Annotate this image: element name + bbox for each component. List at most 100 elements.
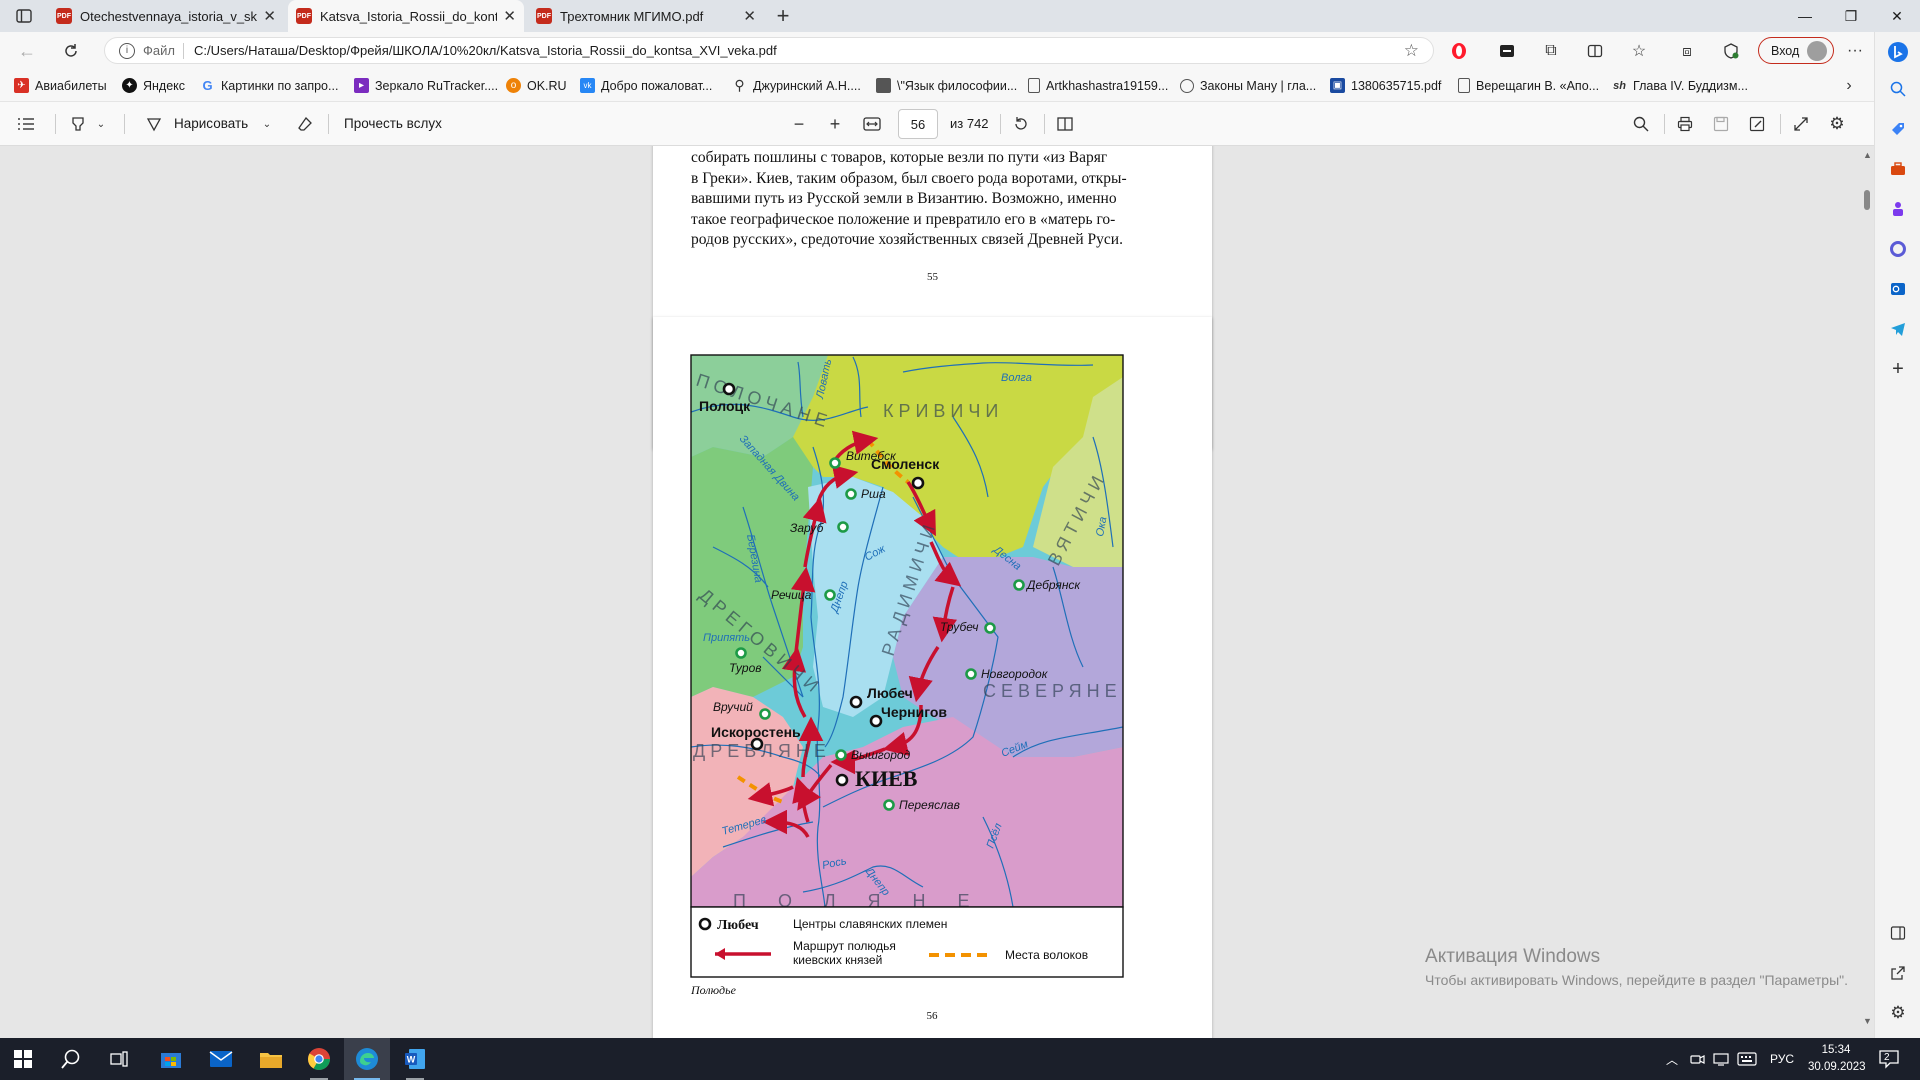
outlook-icon[interactable] [1887, 278, 1909, 300]
meet-now-icon[interactable] [1688, 1050, 1706, 1068]
keyboard-icon[interactable] [1736, 1050, 1758, 1068]
tab-actions-icon[interactable] [10, 6, 38, 26]
bookmark-yandex[interactable]: ✦ Яндекс [122, 69, 185, 102]
address-url[interactable]: C:/Users/Наташа/Desktop/Фрейя/ШКОЛА/10%2… [194, 43, 777, 58]
bookmark-rutracker[interactable]: ▸ Зеркало RuTracker.... [354, 69, 498, 102]
collections-icon[interactable]: ⧈ [1676, 40, 1698, 62]
scrollbar-thumb[interactable] [1864, 190, 1870, 210]
minimize-button[interactable]: — [1782, 0, 1828, 32]
scrollbar[interactable]: ▲ ▼ [1860, 146, 1874, 1038]
new-tab-button[interactable]: + [770, 3, 796, 28]
edge-icon[interactable] [344, 1038, 390, 1080]
bookmark-vereshchagin[interactable]: Верещагин В. «Апо... [1458, 69, 1599, 102]
save-as-icon[interactable] [1746, 113, 1768, 135]
back-button[interactable]: ← [14, 38, 40, 64]
save-icon[interactable] [1710, 113, 1732, 135]
bookmark-dzhurinsky[interactable]: ⚲ Джуринский А.Н.... [732, 69, 860, 102]
highlight-icon[interactable] [66, 113, 90, 135]
bookmark-zakony-manu[interactable]: Законы Ману | гла... [1180, 69, 1316, 102]
more-menu-icon[interactable]: ··· [1844, 40, 1866, 62]
bookmark-aviabilety[interactable]: ✈ Авиабилеты [14, 69, 107, 102]
page-number: 56 [927, 1010, 939, 1022]
center-iskorosten [750, 737, 764, 751]
draw-icon[interactable] [144, 113, 164, 135]
address-bar[interactable]: i Файл C:/Users/Наташа/Desktop/Фрейя/ШКО… [104, 37, 1434, 64]
restore-button[interactable]: ❐ [1828, 0, 1874, 32]
chevron-down-icon[interactable]: ⌄ [260, 113, 274, 135]
info-icon[interactable]: i [119, 42, 135, 59]
tribe-label-krivichi: КРИВИЧИ [883, 401, 1003, 421]
office-icon[interactable] [1887, 238, 1909, 260]
file-explorer-icon[interactable] [248, 1038, 294, 1080]
draw-button[interactable]: Нарисовать [174, 116, 248, 131]
print-icon[interactable] [1674, 113, 1696, 135]
search-icon[interactable] [1887, 78, 1909, 100]
shopping-icon[interactable] [1887, 118, 1909, 140]
page-number-input[interactable]: 56 [898, 109, 938, 139]
tab-otechestvennaya[interactable]: PDF Otechestvennaya_istoria_v_skhem ✕ [48, 0, 284, 32]
word-icon[interactable]: W [392, 1038, 438, 1080]
puzzle-icon[interactable]: ⧉ [1540, 40, 1562, 62]
games-icon[interactable] [1887, 198, 1909, 220]
avatar [1807, 40, 1828, 61]
task-view-icon[interactable] [96, 1038, 142, 1080]
bookmark-vk[interactable]: vk Добро пожаловат... [580, 69, 712, 102]
extension-icon[interactable] [1496, 40, 1518, 62]
favorite-star-icon[interactable]: ☆ [1404, 41, 1419, 61]
settings-gear-icon[interactable]: ⚙ [1887, 1002, 1909, 1024]
contents-icon[interactable] [14, 113, 38, 135]
center-polotsk [722, 382, 736, 396]
open-external-icon[interactable] [1887, 962, 1909, 984]
text-line: родов русских», средоточие хозяйственных… [691, 231, 1123, 248]
profile-button[interactable]: Вход [1758, 37, 1834, 64]
bookmark-okru[interactable]: o OK.RU [506, 69, 567, 102]
close-icon[interactable]: ✕ [263, 7, 276, 25]
browser-essentials-icon[interactable] [1720, 40, 1742, 62]
language-indicator[interactable]: РУС [1770, 1038, 1794, 1080]
store-icon[interactable] [148, 1038, 194, 1080]
sidebar-panel-icon[interactable] [1887, 922, 1909, 944]
network-icon[interactable] [1712, 1050, 1730, 1068]
bookmark-kartinki[interactable]: G Картинки по запро... [200, 69, 338, 102]
chevron-down-icon[interactable]: ⌄ [94, 113, 108, 135]
add-icon[interactable]: + [1887, 358, 1909, 380]
mail-icon[interactable] [198, 1038, 244, 1080]
pdf-viewer[interactable]: собирать пошлины с товаров, которые везл… [0, 146, 1874, 1038]
settings-gear-icon[interactable]: ⚙ [1826, 113, 1848, 135]
bookmark-glava-iv[interactable]: sh Глава IV. Буддизм... [1612, 69, 1748, 102]
close-icon[interactable]: ✕ [503, 7, 516, 25]
fullscreen-icon[interactable] [1790, 113, 1812, 135]
chevron-right-icon[interactable]: › [1838, 75, 1860, 97]
window-close-button[interactable]: ✕ [1874, 0, 1920, 32]
rotate-icon[interactable] [1010, 113, 1032, 135]
bookmark-artkhashastra[interactable]: Artkhashastra19159... [1028, 69, 1168, 102]
chrome-icon[interactable] [296, 1038, 342, 1080]
notifications-icon[interactable]: 2 [1876, 1048, 1902, 1070]
search-icon[interactable] [1630, 113, 1652, 135]
start-button[interactable] [0, 1038, 46, 1080]
bookmark-1380635715[interactable]: ▣ 1380635715.pdf [1330, 69, 1441, 102]
tools-icon[interactable] [1887, 158, 1909, 180]
search-icon[interactable] [48, 1038, 94, 1080]
close-icon[interactable]: ✕ [743, 7, 756, 25]
tab-mgimo[interactable]: PDF Трехтомник МГИМО.pdf ✕ [528, 0, 764, 32]
tab-katsva[interactable]: PDF Katsva_Istoria_Rossii_do_kontsa_ ✕ [288, 0, 524, 32]
opera-icon[interactable] [1448, 40, 1470, 62]
clock[interactable]: 15:34 30.09.2023 [1808, 1042, 1866, 1076]
label-novgorodok: Новгородок [981, 667, 1049, 681]
chevron-up-icon[interactable]: ︿ [1664, 1050, 1680, 1068]
eraser-icon[interactable] [294, 113, 316, 135]
zoom-out-button[interactable]: − [788, 113, 810, 135]
fit-width-icon[interactable] [860, 113, 884, 135]
refresh-button[interactable] [58, 38, 84, 64]
split-screen-icon[interactable] [1584, 40, 1606, 62]
bing-copilot-icon[interactable] [1885, 36, 1911, 68]
page-view-icon[interactable] [1054, 113, 1076, 135]
favorites-icon[interactable]: ☆ [1628, 40, 1650, 62]
bookmark-yazyk[interactable]: \"Язык философии... [876, 69, 1017, 102]
read-aloud-button[interactable]: Прочесть вслух [344, 116, 442, 131]
telegram-icon[interactable] [1887, 318, 1909, 340]
map-legend: Любеч Центры славянских племен Маршрут п… [690, 906, 1124, 978]
zoom-in-button[interactable]: + [824, 113, 846, 135]
label-vruchiy: Вручий [713, 700, 753, 714]
